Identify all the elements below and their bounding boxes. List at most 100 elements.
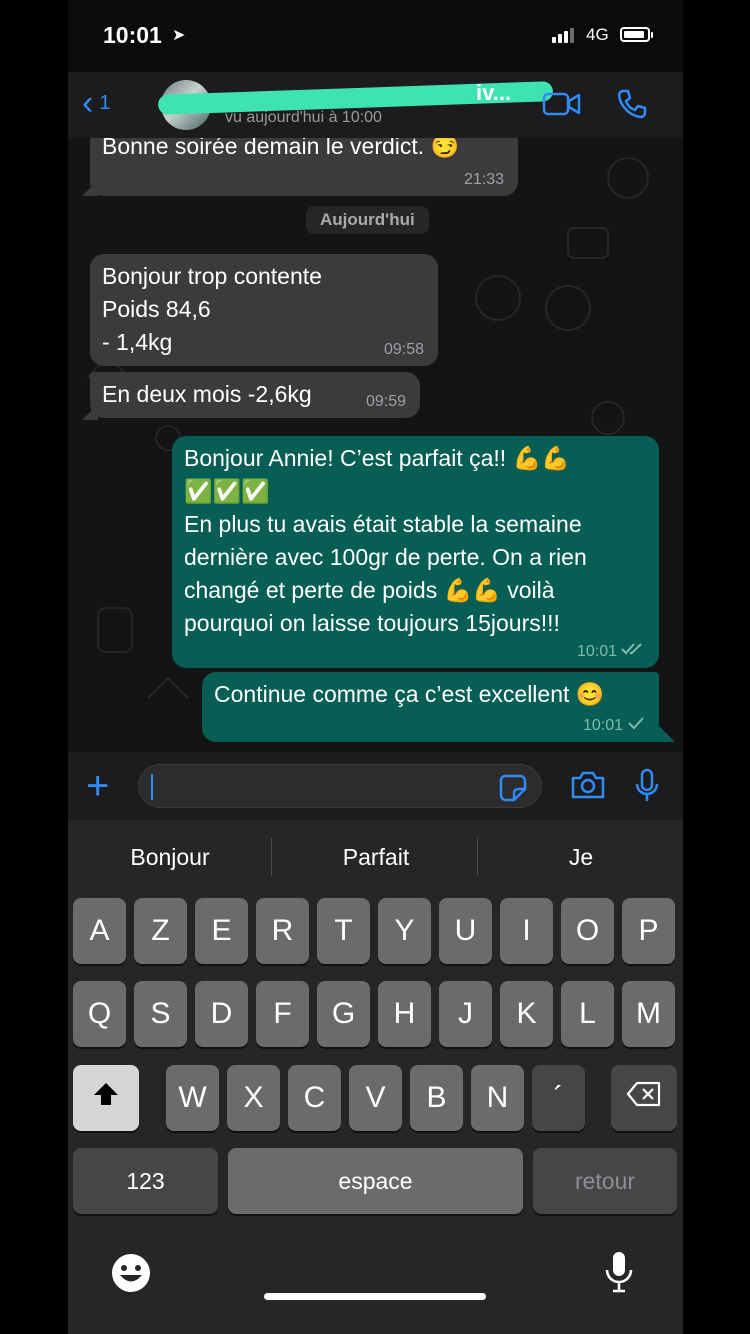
key-label: I bbox=[522, 914, 531, 947]
key-e[interactable]: E bbox=[195, 898, 248, 964]
chat-header: ‹ 1 iv... vu aujourd'hui à 10:00 bbox=[68, 72, 683, 138]
key-label: espace bbox=[338, 1167, 413, 1194]
key-u[interactable]: U bbox=[439, 898, 492, 964]
message-input-bar: + bbox=[68, 752, 683, 820]
key-label: M bbox=[636, 997, 661, 1030]
suggestion-divider bbox=[477, 838, 478, 876]
back-chevron-icon: ‹ bbox=[82, 84, 94, 122]
message-bubble-incoming[interactable]: Bonne soirée demain le verdict. 😏 21:33 bbox=[90, 138, 518, 196]
key-a[interactable]: A bbox=[73, 898, 126, 964]
chat-area[interactable]: Bonne soirée demain le verdict. 😏 21:33 … bbox=[68, 138, 683, 752]
message-time: 09:58 bbox=[383, 341, 424, 358]
key-c[interactable]: C bbox=[288, 1065, 341, 1131]
message-meta: 10:01 bbox=[577, 642, 645, 662]
video-call-icon[interactable] bbox=[542, 90, 582, 123]
key-q[interactable]: Q bbox=[73, 981, 126, 1047]
backspace-icon bbox=[626, 1081, 662, 1115]
key-label: S bbox=[150, 997, 171, 1030]
key-g[interactable]: G bbox=[317, 981, 370, 1047]
keyboard: Bonjour Parfait Je A Z E R T Y U I O P Q S D F G H J K L M W… bbox=[68, 820, 683, 1334]
key-label: L bbox=[579, 997, 596, 1030]
back-button[interactable]: ‹ 1 bbox=[82, 86, 110, 120]
message-text: En deux mois -2,6kg bbox=[102, 381, 312, 407]
key-j[interactable]: J bbox=[439, 981, 492, 1047]
status-time: 10:01 bbox=[103, 22, 162, 48]
key-p[interactable]: P bbox=[622, 898, 675, 964]
message-time: 10:01 bbox=[576, 643, 617, 660]
key-n[interactable]: N bbox=[471, 1065, 524, 1131]
key-w[interactable]: W bbox=[166, 1065, 219, 1131]
key-label: B bbox=[426, 1081, 447, 1114]
message-bubble-outgoing[interactable]: Continue comme ça c’est excellent 😊 10:0… bbox=[202, 672, 659, 742]
message-bubble-incoming[interactable]: En deux mois -2,6kg 09:59 bbox=[90, 372, 420, 418]
key-label: P bbox=[638, 914, 659, 947]
key-y[interactable]: Y bbox=[378, 898, 431, 964]
numbers-key[interactable]: 123 bbox=[73, 1148, 218, 1214]
emoji-icon[interactable] bbox=[110, 1252, 152, 1299]
key-label: Q bbox=[87, 997, 112, 1030]
key-t[interactable]: T bbox=[317, 898, 370, 964]
home-indicator[interactable] bbox=[264, 1293, 486, 1300]
key-label: W bbox=[178, 1081, 207, 1114]
key-m[interactable]: M bbox=[622, 981, 675, 1047]
key-label: A bbox=[89, 914, 110, 947]
key-z[interactable]: Z bbox=[134, 898, 187, 964]
text-caret bbox=[151, 774, 153, 800]
message-bubble-outgoing[interactable]: Bonjour Annie! C’est parfait ça!! 💪💪 ✅✅✅… bbox=[172, 436, 659, 668]
return-key[interactable]: retour bbox=[533, 1148, 677, 1214]
message-time: 21:33 bbox=[463, 171, 504, 188]
key-label: C bbox=[303, 1081, 326, 1114]
key-label: ´ bbox=[553, 1081, 564, 1114]
shift-key[interactable] bbox=[73, 1065, 139, 1131]
key-h[interactable]: H bbox=[378, 981, 431, 1047]
key-s[interactable]: S bbox=[134, 981, 187, 1047]
key-l[interactable]: L bbox=[561, 981, 614, 1047]
key-f[interactable]: F bbox=[256, 981, 309, 1047]
message-input[interactable] bbox=[138, 764, 542, 808]
message-meta: 09:59 bbox=[366, 392, 406, 412]
key-label: R bbox=[271, 914, 294, 947]
camera-icon[interactable] bbox=[570, 770, 606, 805]
key-i[interactable]: I bbox=[500, 898, 553, 964]
space-key[interactable]: espace bbox=[228, 1148, 523, 1214]
key-label: X bbox=[243, 1081, 264, 1114]
backspace-key[interactable] bbox=[611, 1065, 677, 1131]
key-label: O bbox=[575, 914, 600, 947]
key-label: F bbox=[273, 997, 292, 1030]
phone-icon[interactable] bbox=[616, 88, 648, 125]
message-text: Bonjour trop contente Poids 84,6 - 1,4kg bbox=[102, 263, 322, 355]
message-meta: 09:58 bbox=[384, 340, 424, 360]
message-bubble-incoming[interactable]: Bonjour trop contente Poids 84,6 - 1,4kg… bbox=[90, 254, 438, 366]
microphone-icon[interactable] bbox=[634, 768, 660, 809]
plus-icon[interactable]: + bbox=[86, 766, 109, 806]
key-label: 123 bbox=[126, 1167, 165, 1194]
key-label: G bbox=[331, 997, 356, 1030]
key-label: D bbox=[210, 997, 233, 1030]
key-v[interactable]: V bbox=[349, 1065, 402, 1131]
key-b[interactable]: B bbox=[410, 1065, 463, 1131]
key-x[interactable]: X bbox=[227, 1065, 280, 1131]
key-label: H bbox=[393, 997, 416, 1030]
suggestion-item[interactable]: Je bbox=[481, 844, 681, 871]
key-o[interactable]: O bbox=[561, 898, 614, 964]
suggestion-item[interactable]: Bonjour bbox=[70, 844, 270, 871]
key-r[interactable]: R bbox=[256, 898, 309, 964]
suggestion-divider bbox=[271, 838, 272, 876]
key-label: Z bbox=[151, 914, 170, 947]
phone-screen: 10:01 ➤ 4G ‹ 1 iv... vu aujourd'hui à 10… bbox=[68, 0, 683, 1334]
unread-count: 1 bbox=[99, 91, 111, 114]
signal-icon bbox=[552, 28, 574, 43]
dictation-icon[interactable] bbox=[604, 1250, 634, 1299]
key-accent[interactable]: ´ bbox=[532, 1065, 585, 1131]
key-label: U bbox=[454, 914, 477, 947]
suggestion-bar: Bonjour Parfait Je bbox=[68, 820, 683, 894]
key-d[interactable]: D bbox=[195, 981, 248, 1047]
single-check-icon bbox=[627, 716, 645, 736]
key-label: K bbox=[516, 997, 537, 1030]
key-label: V bbox=[365, 1081, 386, 1114]
key-k[interactable]: K bbox=[500, 981, 553, 1047]
suggestion-item[interactable]: Parfait bbox=[276, 844, 476, 871]
key-label: T bbox=[334, 914, 353, 947]
sticker-icon[interactable] bbox=[498, 773, 528, 808]
message-time: 09:59 bbox=[365, 393, 406, 410]
